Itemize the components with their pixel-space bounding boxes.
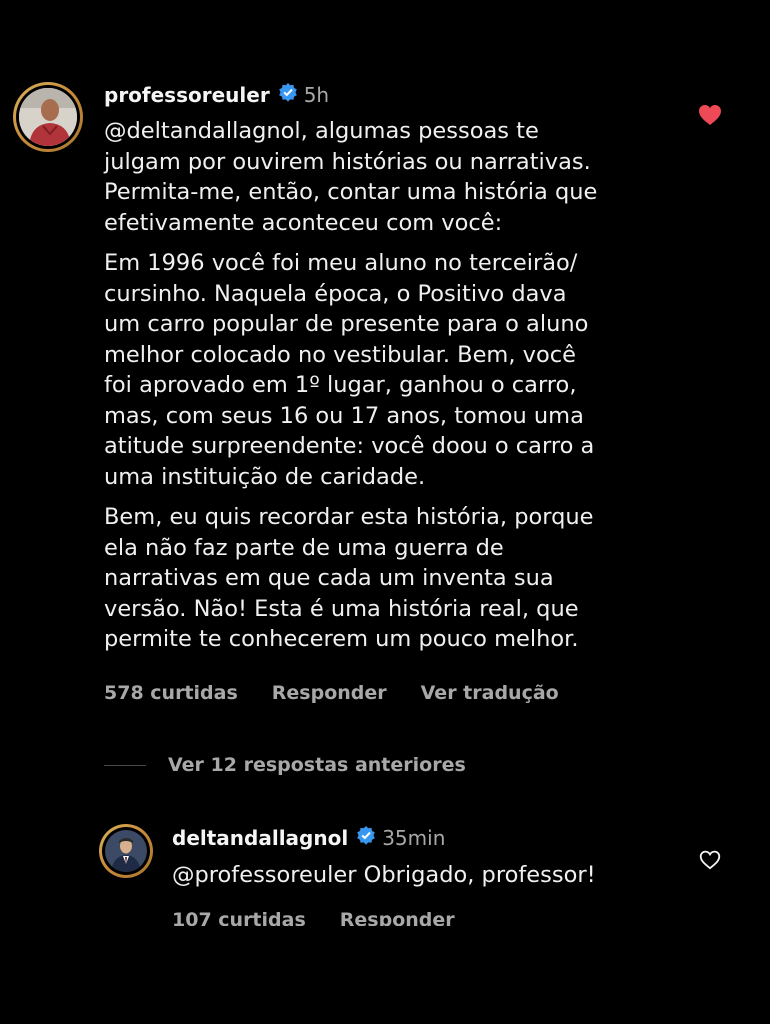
reply-timestamp: 35min xyxy=(382,825,446,850)
replies-divider xyxy=(104,764,146,766)
avatar-inner xyxy=(16,85,80,149)
person-photo-icon xyxy=(19,88,77,146)
comment-timestamp: 5h xyxy=(303,82,330,107)
person-photo-icon xyxy=(105,830,147,872)
comment-header: professoreuler 5h xyxy=(104,82,329,107)
comment-actions: 578 curtidas Responder Ver tradução xyxy=(104,682,559,704)
avatar-inner xyxy=(102,827,150,875)
view-replies-label: Ver 12 respostas anteriores xyxy=(168,754,466,776)
reply-header: deltandallagnol 35min xyxy=(172,825,445,850)
translate-button[interactable]: Ver tradução xyxy=(421,682,559,704)
reply-likes-count[interactable]: 107 curtidas xyxy=(172,908,306,926)
reply-button[interactable]: Responder xyxy=(272,682,387,704)
comment-paragraph-1: @deltandallagnol, algumas pessoas te jul… xyxy=(104,118,598,236)
reply-deltandallagnol: deltandallagnol 35min @professoreuler Ob… xyxy=(0,800,770,950)
verified-badge-icon xyxy=(356,825,376,850)
avatar-photo xyxy=(19,88,77,146)
avatar-photo xyxy=(105,830,147,872)
comment-paragraph-3: Bem, eu quis recordar esta história, por… xyxy=(104,504,594,652)
reply-reply-button[interactable]: Responder xyxy=(340,908,455,926)
avatar-deltandallagnol[interactable] xyxy=(99,824,153,878)
verified-badge-icon xyxy=(278,82,298,107)
comment-paragraph-2: Em 1996 você foi meu aluno no terceirão/… xyxy=(104,250,595,490)
heart-outline-icon[interactable] xyxy=(699,850,721,870)
heart-filled-icon[interactable] xyxy=(698,104,722,126)
reply-body: @professoreuler Obrigado, professor! xyxy=(172,860,596,890)
avatar-professoreuler[interactable] xyxy=(13,82,83,152)
reply-actions: 107 curtidas Responder xyxy=(172,908,455,926)
view-replies-toggle[interactable]: Ver 12 respostas anteriores xyxy=(104,754,466,776)
reply-text: @professoreuler Obrigado, professor! xyxy=(172,862,596,888)
comment-professoreuler: professoreuler 5h @deltandallagnol, algu… xyxy=(0,0,770,720)
likes-count[interactable]: 578 curtidas xyxy=(104,682,238,704)
comment-body: @deltandallagnol, algumas pessoas te jul… xyxy=(104,116,694,655)
username-professoreuler[interactable]: professoreuler xyxy=(104,83,270,107)
username-deltandallagnol[interactable]: deltandallagnol xyxy=(172,826,348,850)
